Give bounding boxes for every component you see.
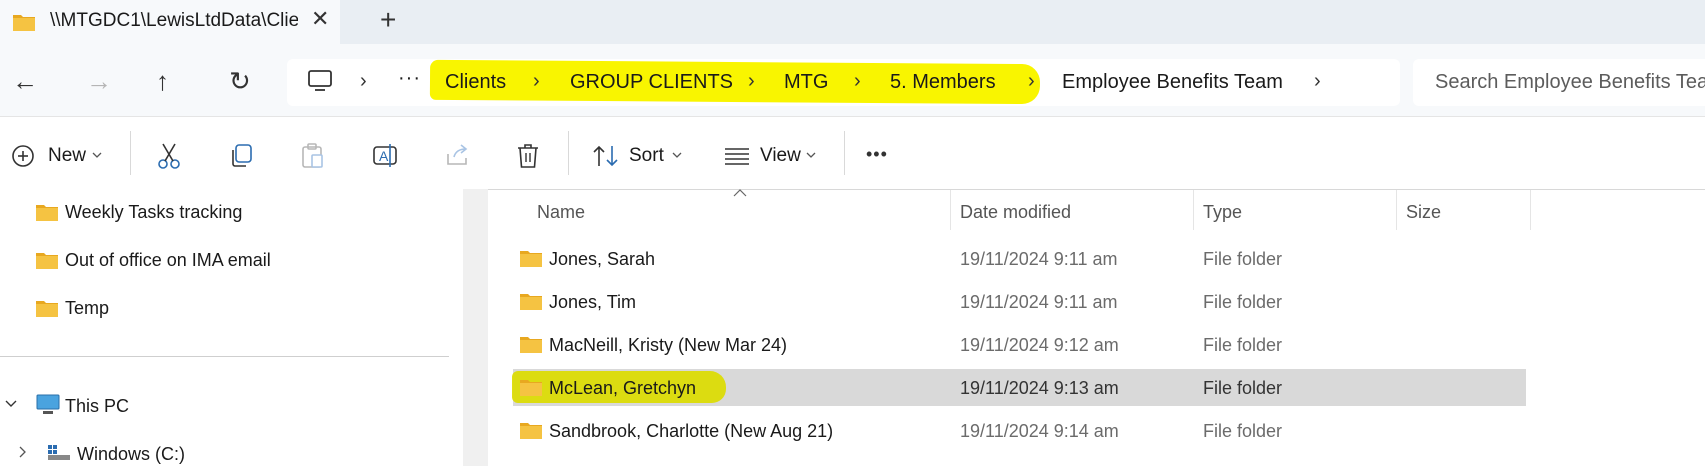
navigation-pane: [0, 189, 463, 466]
computer-icon[interactable]: [307, 69, 333, 93]
search-input[interactable]: Search Employee Benefits Team: [1435, 71, 1705, 94]
new-button[interactable]: New: [48, 145, 86, 167]
breadcrumb-separator[interactable]: ›: [1028, 70, 1035, 93]
svg-text:A: A: [379, 148, 389, 164]
share-icon[interactable]: [445, 144, 471, 168]
breadcrumb-separator[interactable]: ›: [854, 70, 861, 93]
column-divider[interactable]: [950, 190, 951, 230]
breadcrumb-separator[interactable]: ›: [360, 70, 367, 93]
refresh-button[interactable]: ↻: [229, 66, 251, 97]
drive-icon: [48, 445, 70, 460]
row-type: File folder: [1203, 378, 1283, 398]
chevron-down-icon[interactable]: [5, 400, 17, 408]
breadcrumb-group-clients[interactable]: GROUP CLIENTS: [570, 71, 733, 94]
sort-ascending-icon: [733, 189, 747, 197]
close-icon[interactable]: ✕: [311, 6, 329, 32]
forward-button[interactable]: →: [86, 66, 112, 97]
table-row[interactable]: Jones, Sarah 19/11/2024 9:11 am File fol…: [513, 240, 1526, 277]
column-header-date-modified[interactable]: Date modified: [960, 202, 1071, 223]
copy-icon[interactable]: [228, 143, 254, 169]
breadcrumb-members[interactable]: 5. Members: [890, 71, 996, 94]
cut-icon[interactable]: [156, 142, 182, 170]
row-type: File folder: [1203, 249, 1283, 269]
column-divider[interactable]: [1193, 190, 1194, 230]
table-row-selected[interactable]: McLean, Gretchyn 19/11/2024 9:13 am File…: [513, 369, 1526, 406]
breadcrumb-mtg[interactable]: MTG: [784, 71, 828, 94]
chevron-down-icon[interactable]: [92, 152, 102, 159]
folder-icon: [36, 253, 58, 269]
sidebar-item-label: Out of office on IMA email: [65, 250, 271, 270]
breadcrumb-overflow[interactable]: ···: [398, 67, 421, 90]
sort-icon[interactable]: [592, 144, 620, 168]
breadcrumb-separator[interactable]: ›: [1314, 70, 1321, 93]
table-row[interactable]: Jones, Tim 19/11/2024 9:11 am File folde…: [513, 283, 1526, 320]
row-name: Jones, Tim: [549, 292, 637, 312]
tab-title: \\MTGDC1\LewisLtdData\Clients: [50, 10, 298, 31]
chevron-right-icon[interactable]: [19, 446, 27, 458]
toolbar-divider: [844, 131, 845, 175]
rename-icon[interactable]: A: [372, 142, 400, 170]
breadcrumb-employee-benefits-team[interactable]: Employee Benefits Team: [1062, 71, 1283, 94]
back-button[interactable]: ←: [12, 66, 38, 97]
table-row[interactable]: Sandbrook, Charlotte (New Aug 21) 19/11/…: [513, 412, 1526, 449]
table-row[interactable]: MacNeill, Kristy (New Mar 24) 19/11/2024…: [513, 326, 1526, 363]
chevron-down-icon[interactable]: [672, 152, 682, 159]
folder-icon: [13, 15, 35, 31]
view-button[interactable]: View: [760, 145, 801, 167]
folder-icon: [520, 380, 542, 396]
breadcrumb-separator[interactable]: ›: [748, 70, 755, 93]
column-header-type[interactable]: Type: [1203, 202, 1242, 223]
row-type: File folder: [1203, 292, 1283, 312]
navigation-pane-scrollbar[interactable]: [463, 189, 488, 466]
column-header-size[interactable]: Size: [1406, 202, 1441, 223]
row-date: 19/11/2024 9:11 am: [960, 292, 1118, 312]
paste-icon[interactable]: [300, 142, 326, 170]
delete-icon[interactable]: [516, 142, 540, 170]
row-name: Sandbrook, Charlotte (New Aug 21): [549, 421, 834, 441]
sidebar-item-windows-drive[interactable]: Windows (C:): [77, 444, 185, 465]
row-type: File folder: [1203, 335, 1283, 355]
command-bar: [0, 116, 1705, 190]
row-date: 19/11/2024 9:13 am: [960, 378, 1119, 398]
folder-icon: [520, 251, 542, 267]
view-icon[interactable]: [724, 146, 750, 166]
folder-icon: [36, 301, 58, 317]
toolbar-divider: [130, 131, 131, 175]
row-type: File folder: [1203, 421, 1283, 441]
sidebar-item-label: Temp: [65, 298, 110, 318]
row-name: McLean, Gretchyn: [549, 378, 697, 398]
row-date: 19/11/2024 9:14 am: [960, 421, 1119, 441]
up-button[interactable]: ↑: [156, 66, 169, 97]
plus-circle-icon[interactable]: [11, 144, 35, 168]
column-header-name[interactable]: Name: [537, 202, 585, 223]
sidebar-item-label: Weekly Tasks tracking: [65, 202, 243, 222]
column-divider[interactable]: [1530, 190, 1531, 230]
breadcrumb-separator[interactable]: ›: [533, 70, 540, 93]
row-date: 19/11/2024 9:12 am: [960, 335, 1119, 355]
breadcrumb-clients[interactable]: Clients: [445, 71, 506, 94]
folder-icon: [520, 423, 542, 439]
folder-icon: [520, 294, 542, 310]
folder-icon: [36, 205, 58, 221]
row-name: Jones, Sarah: [549, 249, 656, 269]
new-tab-button[interactable]: +: [380, 4, 396, 36]
column-divider[interactable]: [1396, 190, 1397, 230]
folder-icon: [520, 337, 542, 353]
chevron-down-icon[interactable]: [806, 152, 816, 159]
more-options-button[interactable]: •••: [866, 144, 888, 165]
sidebar-item-this-pc[interactable]: This PC: [65, 396, 129, 417]
row-name: MacNeill, Kristy (New Mar 24): [549, 335, 788, 355]
sort-button[interactable]: Sort: [629, 145, 664, 167]
computer-icon: [36, 394, 60, 414]
sidebar-divider: [0, 356, 449, 357]
toolbar-divider: [568, 131, 569, 175]
row-date: 19/11/2024 9:11 am: [960, 249, 1118, 269]
